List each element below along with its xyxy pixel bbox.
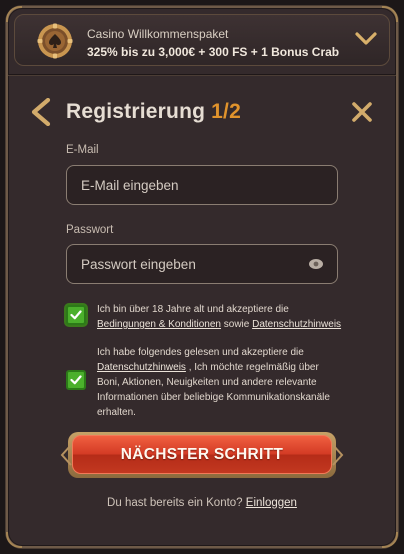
ornament-icon (60, 444, 72, 466)
ornament-icon (332, 444, 344, 466)
age-terms-text: Ich bin über 18 Jahre alt und akzeptiere… (97, 302, 342, 332)
login-link[interactable]: Einloggen (246, 497, 297, 509)
consent-text: Ich bin über 18 Jahre alt und akzeptiere… (97, 304, 289, 315)
password-field[interactable] (66, 244, 338, 284)
terms-link[interactable]: Bedingungen & Konditionen (97, 319, 221, 330)
age-terms-checkbox[interactable] (66, 305, 86, 325)
frame-corner (6, 532, 22, 548)
title-text: Registrierung (66, 100, 212, 123)
consent-text: sowie (221, 319, 253, 330)
next-step-button[interactable]: NÄCHSTER SCHRITT (72, 435, 332, 474)
close-icon[interactable] (350, 100, 374, 124)
email-label: E-Mail (66, 144, 99, 156)
checkmark-icon (70, 310, 82, 320)
chevron-down-icon[interactable] (355, 31, 377, 47)
casino-chip-icon (37, 23, 73, 59)
consent-text: Ich habe folgendes gelesen und akzeptier… (97, 347, 304, 358)
chevron-left-icon[interactable] (28, 98, 54, 126)
step-indicator: 1/2 (211, 100, 241, 123)
next-step-button-wrap: NÄCHSTER SCHRITT (60, 432, 344, 478)
frame-corner (382, 532, 398, 548)
promo-subtitle: 325% bis zu 3,000€ + 300 FS + 1 Bonus Cr… (87, 45, 340, 59)
email-field[interactable] (66, 165, 338, 205)
page-title: Registrierung 1/2 (66, 100, 241, 124)
login-prompt-text: Du hast bereits ein Konto? (107, 497, 246, 509)
marketing-consent-text: Ich habe folgendes gelesen und akzeptier… (97, 345, 342, 420)
privacy-link[interactable]: Datenschutzhinweis (252, 319, 341, 330)
checkmark-icon (70, 375, 82, 385)
login-prompt: Du hast bereits ein Konto? Einloggen (0, 497, 404, 509)
privacy-link[interactable]: Datenschutzhinweis (97, 362, 186, 373)
welcome-bonus-banner[interactable]: Casino Willkommenspaket 325% bis zu 3,00… (14, 14, 390, 66)
marketing-checkbox[interactable] (66, 370, 86, 390)
divider (8, 75, 396, 76)
promo-title: Casino Willkommenspaket (87, 27, 229, 41)
show-password-icon[interactable] (308, 258, 324, 270)
password-label: Passwort (66, 224, 114, 236)
